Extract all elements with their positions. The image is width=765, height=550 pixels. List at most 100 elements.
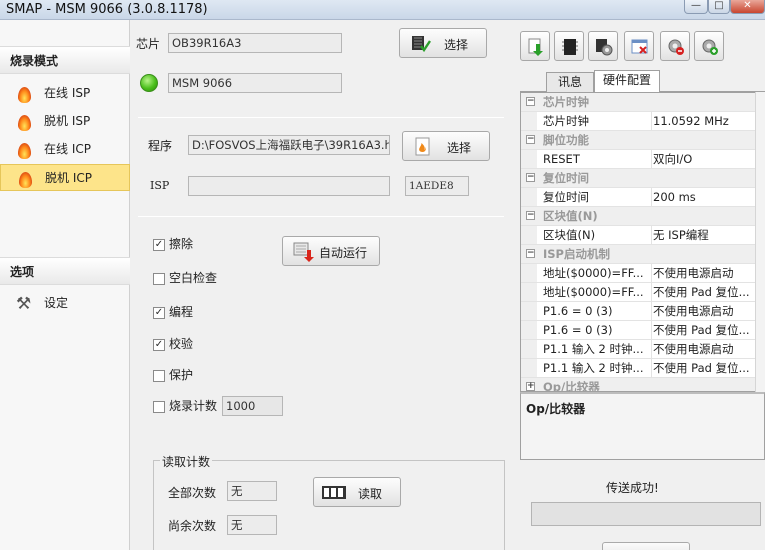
property-value[interactable]: 不使用 Pad 复位... (651, 321, 756, 339)
download-file-icon (527, 38, 544, 56)
maximize-button[interactable]: □ (708, 0, 730, 14)
checkbox-unchecked-icon (153, 370, 165, 382)
property-key: RESET (543, 152, 580, 166)
remaining-count-field: 无 (227, 515, 277, 535)
program-select-button[interactable]: 选择 (402, 131, 490, 161)
sidebar-item-online-icp[interactable]: 在线 ICP (0, 136, 130, 163)
clear-window-button[interactable] (624, 31, 654, 61)
property-category[interactable]: − ISP启动机制 (521, 245, 756, 264)
collapse-toggle-icon[interactable]: − (526, 249, 535, 258)
chip-settings-button[interactable] (588, 31, 618, 61)
property-value[interactable]: 不使用 Pad 复位... (651, 359, 756, 377)
status-message: 传送成功! (606, 481, 659, 495)
minimize-button[interactable]: — (684, 0, 708, 14)
chip-select-label: 选择 (444, 38, 469, 52)
property-category[interactable]: − 区块值(N) (521, 207, 756, 226)
property-value[interactable]: 不使用电源启动 (651, 340, 756, 358)
collapse-toggle-icon[interactable]: − (526, 211, 535, 220)
property-row[interactable]: 芯片时钟 11.0592 MHz (521, 112, 756, 131)
gear-minus-icon (667, 38, 684, 55)
collapse-toggle-icon[interactable]: − (526, 173, 535, 182)
property-row[interactable]: 地址($0000)=FF... 不使用 Pad 复位... (521, 283, 756, 302)
protect-checkbox[interactable]: 保护 (153, 367, 193, 385)
property-category[interactable]: + Op/比较器 (521, 378, 756, 391)
description-title: Op/比较器 (526, 402, 586, 416)
chip-icon (561, 38, 578, 55)
auto-run-button[interactable]: 自动运行 (282, 236, 380, 266)
counter-icon (322, 486, 346, 504)
sidebar-item-offline-icp[interactable]: 脱机 ICP (0, 164, 130, 191)
chip-settings-icon (595, 38, 613, 56)
property-value[interactable]: 不使用电源启动 (651, 302, 756, 320)
property-row[interactable]: RESET 双向I/O (521, 150, 756, 169)
chip-select-button[interactable]: 选择 (399, 28, 487, 58)
property-key: 区块值(N) (543, 228, 596, 242)
read-label: 读取 (358, 487, 383, 501)
burn-count-checkbox[interactable]: 烧录计数 (153, 398, 217, 416)
sidebar-item-settings[interactable]: ⚒ 设定 (0, 290, 130, 317)
sidebar-item-online-isp[interactable]: 在线 ISP (0, 80, 130, 107)
property-row[interactable]: 地址($0000)=FF... 不使用电源启动 (521, 264, 756, 283)
property-value[interactable]: 11.0592 MHz (651, 112, 756, 130)
window-title: SMAP - MSM 9066 (3.0.8.1178) (6, 2, 208, 17)
config-remove-button[interactable] (660, 31, 690, 61)
property-category[interactable]: − 复位时间 (521, 169, 756, 188)
property-category-label: ISP启动机制 (543, 247, 610, 261)
property-value[interactable]: 200 ms (651, 188, 756, 206)
property-category[interactable]: − 芯片时钟 (521, 93, 756, 112)
tab-messages[interactable]: 讯息 (546, 72, 594, 92)
sidebar-item-label: 在线 ICP (44, 142, 91, 156)
erase-checkbox[interactable]: ✓ 擦除 (153, 236, 193, 254)
tab-hardware-config[interactable]: 硬件配置 (594, 70, 660, 92)
property-row[interactable]: P1.6 = 0 (3) 不使用电源启动 (521, 302, 756, 321)
property-row[interactable]: P1.1 输入 2 时钟... 不使用电源启动 (521, 340, 756, 359)
sidebar-section-burn-mode[interactable]: 烧录模式 (0, 46, 130, 74)
collapse-toggle-icon[interactable]: − (526, 97, 535, 106)
read-count-title: 读取计数 (160, 453, 213, 470)
config-add-button[interactable] (694, 31, 724, 61)
verify-label: 校验 (169, 337, 194, 351)
property-category-label: 芯片时钟 (543, 95, 589, 109)
program-select-label: 选择 (447, 141, 472, 155)
sidebar-section-options[interactable]: 选项 (0, 257, 130, 285)
property-value[interactable]: 不使用电源启动 (651, 264, 756, 282)
title-bar: SMAP - MSM 9066 (3.0.8.1178) — □ ✕ (0, 0, 765, 20)
property-key: 复位时间 (543, 190, 589, 204)
burn-count-field[interactable]: 1000 (222, 396, 283, 416)
sidebar-item-label: 设定 (44, 296, 69, 310)
sidebar-item-offline-isp[interactable]: 脱机 ISP (0, 108, 130, 135)
property-category-label: 脚位功能 (543, 133, 589, 147)
program-checkbox[interactable]: ✓ 编程 (153, 304, 193, 322)
sidebar: 烧录模式 在线 ISP 脱机 ISP 在线 ICP 脱机 ICP 选项 ⚒ 设定 (0, 20, 130, 550)
sidebar-item-label: 在线 ISP (44, 86, 91, 100)
verify-checkbox[interactable]: ✓ 校验 (153, 336, 193, 354)
chip-label: 芯片 (136, 37, 161, 51)
close-button[interactable]: ✕ (730, 0, 765, 14)
property-row[interactable]: 复位时间 200 ms (521, 188, 756, 207)
bottom-button[interactable] (602, 542, 690, 550)
collapse-toggle-icon[interactable]: + (526, 382, 535, 391)
tab-bar: 讯息 硬件配置 (520, 70, 765, 92)
remaining-count-label: 尚余次数 (168, 519, 217, 533)
property-row[interactable]: 区块值(N) 无 ISP编程 (521, 226, 756, 245)
property-value[interactable]: 无 ISP编程 (651, 226, 756, 244)
property-description: Op/比较器 (520, 392, 765, 460)
read-button[interactable]: 读取 (313, 477, 401, 507)
property-category[interactable]: − 脚位功能 (521, 131, 756, 150)
chip-field[interactable]: OB39R16A3 (168, 33, 342, 53)
divider (138, 216, 504, 217)
collapse-toggle-icon[interactable]: − (526, 135, 535, 144)
program-path-field[interactable]: D:\FOSVOS上海福跃电子\39R16A3.h (188, 135, 390, 155)
vertical-scrollbar[interactable] (755, 92, 765, 392)
blank-check-checkbox[interactable]: 空白检查 (153, 270, 217, 288)
property-value[interactable]: 不使用 Pad 复位... (651, 283, 756, 301)
chip-button[interactable] (554, 31, 584, 61)
property-key: 地址($0000)=FF... (543, 285, 644, 299)
property-row[interactable]: P1.1 输入 2 时钟... 不使用 Pad 复位... (521, 359, 756, 378)
property-row[interactable]: P1.6 = 0 (3) 不使用 Pad 复位... (521, 321, 756, 340)
property-key: P1.6 = 0 (3) (543, 323, 613, 337)
checkbox-unchecked-icon (153, 401, 165, 413)
property-value[interactable]: 双向I/O (651, 150, 756, 168)
download-file-button[interactable] (520, 31, 550, 61)
checkbox-checked-icon: ✓ (153, 339, 165, 351)
